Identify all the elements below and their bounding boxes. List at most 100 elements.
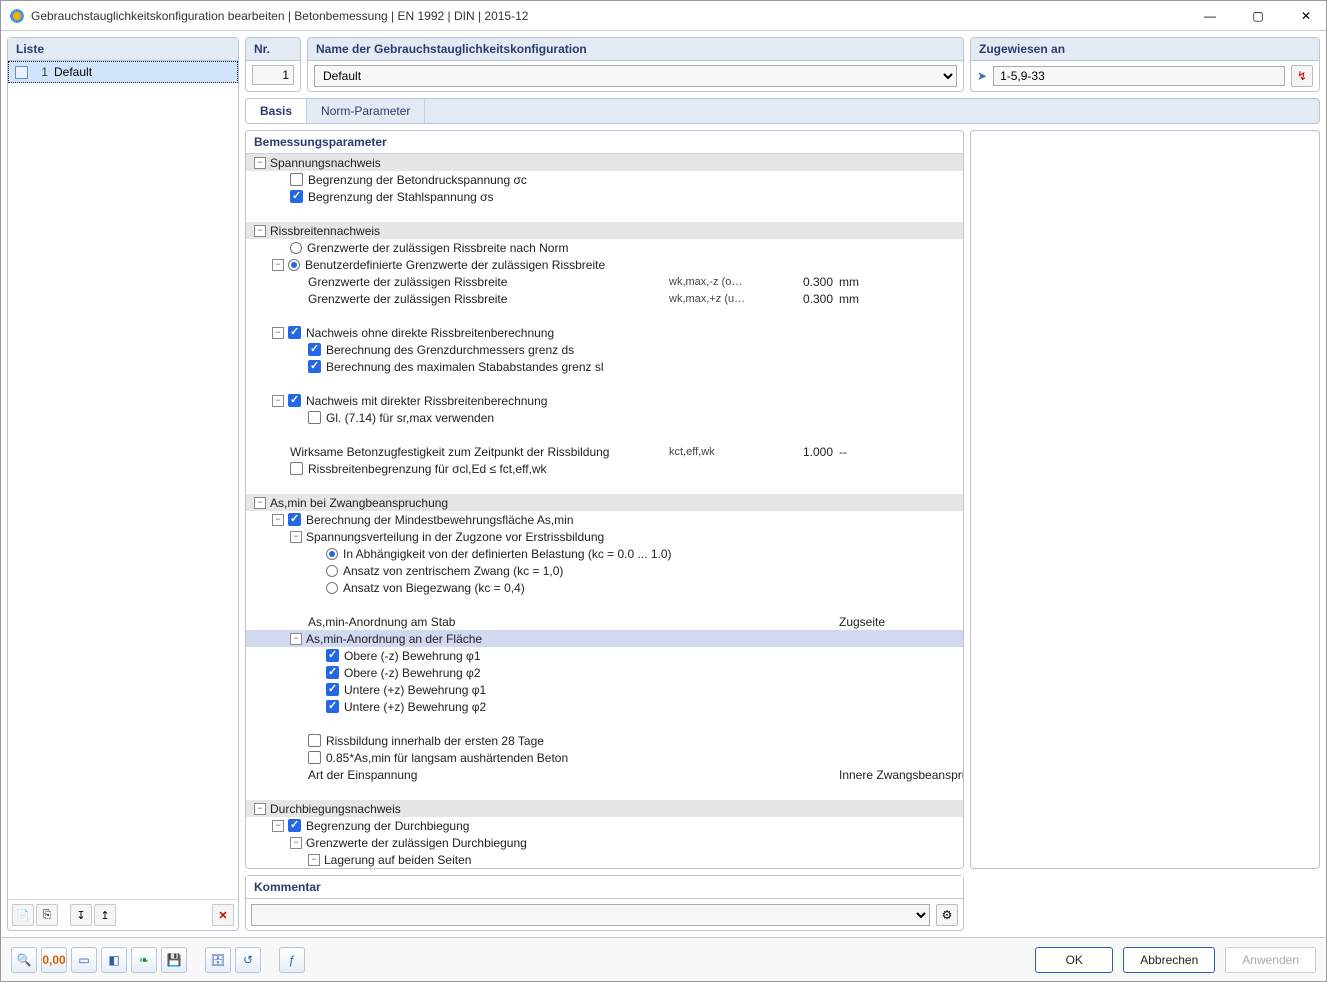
ok-button[interactable]: OK: [1035, 947, 1113, 973]
view-3d-button[interactable]: ◧: [101, 947, 127, 973]
assign-input[interactable]: [993, 66, 1285, 86]
tree-row[interactable]: Rissbreitenbegrenzung für σcl,Ed ≤ fct,e…: [246, 460, 963, 477]
checkbox-obere-phi1[interactable]: [326, 649, 339, 662]
comment-settings-button[interactable]: ⚙: [936, 904, 958, 926]
checkbox-nachweis-ohne[interactable]: [288, 326, 301, 339]
list-item[interactable]: 1 Default: [8, 61, 238, 83]
tab-basis[interactable]: Basis: [246, 99, 307, 123]
tree-row[interactable]: Untere (+z) Bewehrung φ1: [246, 681, 963, 698]
radio-kc-belastung[interactable]: [326, 548, 338, 560]
checkbox-grenz-ds[interactable]: [308, 343, 321, 356]
tree-row[interactable]: Grenzwerte der zulässigen Rissbreitewk,m…: [246, 290, 963, 307]
nr-input[interactable]: [252, 65, 294, 85]
pick-members-button[interactable]: ↯: [1291, 65, 1313, 87]
copy-button[interactable]: ⎘: [36, 904, 58, 926]
tab-norm-parameter[interactable]: Norm-Parameter: [307, 99, 425, 123]
section-durchbiegungsnachweis[interactable]: − Durchbiegungsnachweis: [246, 800, 963, 817]
checkbox-rissbildung-28t[interactable]: [308, 734, 321, 747]
undo-button[interactable]: ↺: [235, 947, 261, 973]
section-rissbreitennachweis[interactable]: − Rissbreitennachweis: [246, 222, 963, 239]
section-spannungsnachweis[interactable]: − Spannungsnachweis: [246, 154, 963, 171]
tree-row[interactable]: −Berechnung der Mindestbewehrungsfläche …: [246, 511, 963, 528]
sort-desc-button[interactable]: ↥: [94, 904, 116, 926]
parameter-head: Bemessungsparameter: [246, 131, 963, 154]
tree-row[interactable]: Berechnung des maximalen Stababstandes g…: [246, 358, 963, 375]
view-rect-button[interactable]: ▭: [71, 947, 97, 973]
tree-row[interactable]: Art der EinspannungInnere Zwangsbeanspru…: [246, 766, 963, 783]
collapse-icon[interactable]: −: [272, 327, 284, 339]
collapse-icon[interactable]: −: [254, 157, 266, 169]
maximize-button[interactable]: ▢: [1246, 9, 1270, 23]
collapse-icon[interactable]: −: [254, 225, 266, 237]
tree-row-selected[interactable]: −As,min-Anordnung an der Fläche: [246, 630, 963, 647]
tree-row[interactable]: Ansatz von Biegezwang (kc = 0,4): [246, 579, 963, 596]
collapse-icon[interactable]: −: [308, 854, 320, 866]
name-select[interactable]: Default: [314, 65, 957, 87]
checkbox-begrenzung-durchbiegung[interactable]: [288, 819, 301, 832]
collapse-icon[interactable]: −: [272, 820, 284, 832]
collapse-icon[interactable]: −: [290, 531, 302, 543]
tree-row[interactable]: Grenzwerte der zulässigen Rissbreite nac…: [246, 239, 963, 256]
checkbox-sigma-s[interactable]: [290, 190, 303, 203]
collapse-icon[interactable]: −: [272, 395, 284, 407]
tree-row[interactable]: −Grenzwerte der zulässigen Durchbiegung: [246, 834, 963, 851]
tree-row[interactable]: Obere (-z) Bewehrung φ1: [246, 647, 963, 664]
tree-row[interactable]: −Lagerung auf beiden Seiten: [246, 851, 963, 868]
checkbox-085-asmin[interactable]: [308, 751, 321, 764]
collapse-icon[interactable]: −: [254, 803, 266, 815]
tree-row[interactable]: Grenzwerte der zulässigen Rissbreitewk,m…: [246, 273, 963, 290]
db-button[interactable]: 🗄: [205, 947, 231, 973]
radio-kc-zentrisch[interactable]: [326, 565, 338, 577]
collapse-icon[interactable]: −: [254, 497, 266, 509]
collapse-icon[interactable]: −: [272, 514, 284, 526]
tree-row[interactable]: −Benutzerdefinierte Grenzwerte der zuläs…: [246, 256, 963, 273]
radio-grenzwerte-norm[interactable]: [290, 242, 302, 254]
tree-row[interactable]: −Nachweis mit direkter Rissbreitenberech…: [246, 392, 963, 409]
tree-row[interactable]: Wirksame Betonzugfestigkeit zum Zeitpunk…: [246, 443, 963, 460]
tree-row[interactable]: −Begrenzung der Durchbiegung: [246, 817, 963, 834]
checkbox-untere-phi2[interactable]: [326, 700, 339, 713]
parameter-tree[interactable]: − Spannungsnachweis Begrenzung der Beton…: [246, 154, 963, 868]
section-asmin[interactable]: − As,min bei Zwangbeanspruchung: [246, 494, 963, 511]
checkbox-untere-phi1[interactable]: [326, 683, 339, 696]
sort-asc-button[interactable]: ↧: [70, 904, 92, 926]
units-button[interactable]: 0,00: [41, 947, 67, 973]
tree-row[interactable]: Berechnung des Grenzdurchmessers grenz d…: [246, 341, 963, 358]
delete-button[interactable]: ✕: [212, 904, 234, 926]
tree-row[interactable]: −Spannungsverteilung in der Zugzone vor …: [246, 528, 963, 545]
leaf-button[interactable]: ❧: [131, 947, 157, 973]
checkbox-asmin-berechnung[interactable]: [288, 513, 301, 526]
tree-row[interactable]: Obere (-z) Bewehrung φ2: [246, 664, 963, 681]
checkbox-grenz-sl[interactable]: [308, 360, 321, 373]
collapse-icon[interactable]: −: [290, 633, 302, 645]
close-button[interactable]: ✕: [1294, 9, 1318, 23]
checkbox-nachweis-mit[interactable]: [288, 394, 301, 407]
tree-row[interactable]: Rissbildung innerhalb der ersten 28 Tage: [246, 732, 963, 749]
tree-row[interactable]: Gl. (7.14) für sr,max verwenden: [246, 409, 963, 426]
checkbox-obere-phi2[interactable]: [326, 666, 339, 679]
radio-benutzerdefiniert[interactable]: [288, 259, 300, 271]
radio-kc-biegezwang[interactable]: [326, 582, 338, 594]
cancel-button[interactable]: Abbrechen: [1123, 947, 1215, 973]
comment-select[interactable]: [251, 904, 930, 926]
list-toolbar: 📄 ⎘ ↧ ↥ ✕: [8, 899, 238, 930]
tree-row[interactable]: As,min-Anordnung am StabZugseite: [246, 613, 963, 630]
save-green-button[interactable]: 💾: [161, 947, 187, 973]
tree-row[interactable]: Untere (+z) Bewehrung φ2: [246, 698, 963, 715]
collapse-icon[interactable]: −: [272, 259, 284, 271]
tree-row[interactable]: Ansatz von zentrischem Zwang (kc = 1,0): [246, 562, 963, 579]
collapse-icon[interactable]: −: [290, 837, 302, 849]
tree-row[interactable]: −Nachweis ohne direkte Rissbreitenberech…: [246, 324, 963, 341]
tree-row[interactable]: Begrenzung der Stahlspannung σs: [246, 188, 963, 205]
new-button[interactable]: 📄: [12, 904, 34, 926]
checkbox-rissbreitenbegrenzung[interactable]: [290, 462, 303, 475]
checkbox-sigma-c[interactable]: [290, 173, 303, 186]
tree-row[interactable]: Begrenzung der Betondruckspannung σc: [246, 171, 963, 188]
tree-row[interactable]: In Abhängigkeit von der definierten Bela…: [246, 545, 963, 562]
help-button[interactable]: 🔍: [11, 947, 37, 973]
apply-button[interactable]: Anwenden: [1225, 947, 1316, 973]
minimize-button[interactable]: —: [1198, 9, 1222, 23]
checkbox-gl714[interactable]: [308, 411, 321, 424]
tree-row[interactable]: 0.85*As,min für langsam aushärtenden Bet…: [246, 749, 963, 766]
fx-button[interactable]: ƒ: [279, 947, 305, 973]
